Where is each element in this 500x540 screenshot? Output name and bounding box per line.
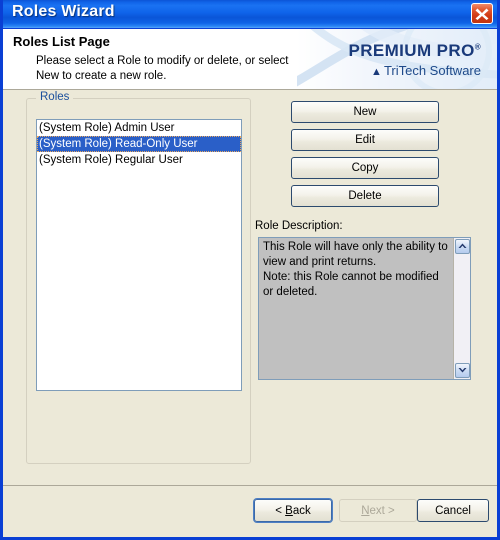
scroll-down-button[interactable] (455, 363, 470, 378)
delete-button[interactable]: Delete (291, 185, 439, 207)
roles-wizard-window: Roles Wizard Roles List Page Please sele… (0, 0, 500, 540)
next-button[interactable]: Next > (339, 499, 417, 522)
list-item[interactable]: (System Role) Regular User (37, 152, 241, 168)
role-description-box: This Role will have only the ability to … (258, 237, 471, 380)
logo-product-name: PREMIUM PRO® (348, 41, 481, 60)
role-description-label: Role Description: (255, 220, 343, 232)
list-item[interactable]: (System Role) Admin User (37, 120, 241, 136)
role-description-text: This Role will have only the ability to … (263, 241, 448, 298)
chevron-down-icon (458, 368, 467, 373)
roles-groupbox-label: Roles (36, 91, 74, 103)
triangle-icon: ▲ (371, 66, 382, 78)
cancel-button[interactable]: Cancel (417, 499, 489, 522)
window-title: Roles Wizard (12, 3, 115, 20)
wizard-header: Roles List Page Please select a Role to … (3, 29, 497, 90)
title-bar: Roles Wizard (3, 0, 497, 29)
description-scrollbar[interactable] (453, 238, 470, 379)
list-item[interactable]: (System Role) Read-Only User (37, 136, 241, 152)
edit-button[interactable]: Edit (291, 129, 439, 151)
scroll-up-button[interactable] (455, 239, 470, 254)
registered-mark: ® (474, 42, 481, 52)
wizard-content: Roles (System Role) Admin User (System R… (3, 90, 497, 485)
page-description: Please select a Role to modify or delete… (36, 55, 289, 82)
roles-listbox[interactable]: (System Role) Admin User (System Role) R… (36, 119, 242, 391)
brand-logo: PREMIUM PRO® ▲ TriTech Software (297, 29, 497, 89)
chevron-up-icon (458, 243, 467, 248)
close-button[interactable] (471, 3, 493, 24)
logo-company-name: ▲ TriTech Software (371, 63, 481, 78)
close-icon (475, 8, 489, 20)
copy-button[interactable]: Copy (291, 157, 439, 179)
back-button[interactable]: < Back (254, 499, 332, 522)
wizard-footer: < Back Next > Cancel (3, 485, 497, 537)
new-button[interactable]: New (291, 101, 439, 123)
page-title: Roles List Page (13, 34, 110, 49)
